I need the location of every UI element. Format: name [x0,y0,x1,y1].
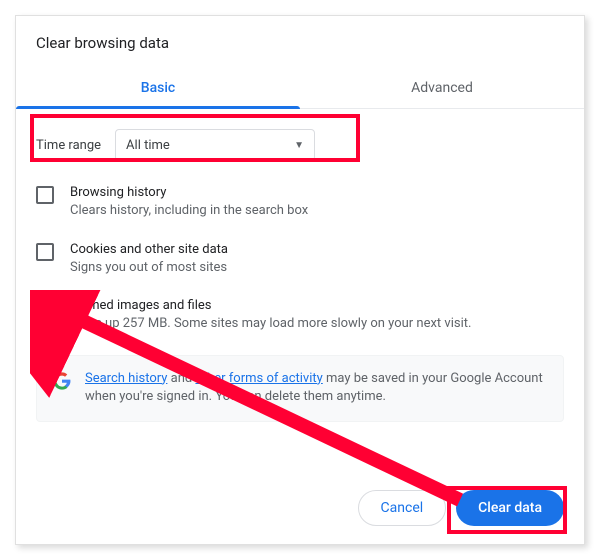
google-icon [53,372,71,390]
link-search-history[interactable]: Search history [85,371,167,386]
button-label: Clear data [478,500,542,516]
option-title: Cached images and files [70,298,471,313]
option-desc: Clears history, including in the search … [70,202,308,220]
option-title: Cookies and other site data [70,242,228,257]
option-cached: Cached images and files Frees up 257 MB.… [36,298,564,333]
time-range-label: Time range [36,138,101,153]
dialog-buttons: Cancel Clear data [358,490,564,526]
option-desc: Signs you out of most sites [70,259,228,277]
tab-label: Advanced [411,80,473,96]
time-range-select[interactable]: All time ▼ [115,129,315,161]
info-text: Search history and other forms of activi… [85,370,547,408]
time-range-value: All time [126,138,170,153]
tab-basic[interactable]: Basic [16,70,300,108]
tab-advanced[interactable]: Advanced [300,70,584,108]
tab-label: Basic [141,80,175,96]
checkbox-cached[interactable] [36,299,54,317]
checkbox-browsing-history[interactable] [36,186,54,204]
tab-bar: Basic Advanced [16,70,584,109]
button-label: Cancel [381,500,424,516]
time-range-row: Time range All time ▼ [36,129,315,161]
checkbox-cookies[interactable] [36,243,54,261]
options-list: Browsing history Clears history, includi… [36,185,564,333]
option-desc: Frees up 257 MB. Some sites may load mor… [70,315,471,333]
option-text: Cookies and other site data Signs you ou… [70,242,228,277]
cancel-button[interactable]: Cancel [358,490,447,526]
option-browsing-history: Browsing history Clears history, includi… [36,185,564,220]
link-other-activity[interactable]: other forms of activity [195,371,322,386]
dialog-title: Clear browsing data [36,34,564,52]
google-account-info: Search history and other forms of activi… [36,355,564,423]
clear-data-button[interactable]: Clear data [456,490,564,526]
option-text: Cached images and files Frees up 257 MB.… [70,298,471,333]
chevron-down-icon: ▼ [294,140,304,151]
option-title: Browsing history [70,185,308,200]
clear-browsing-data-dialog: Clear browsing data Basic Advanced Time … [15,15,585,545]
option-text: Browsing history Clears history, includi… [70,185,308,220]
option-cookies: Cookies and other site data Signs you ou… [36,242,564,277]
